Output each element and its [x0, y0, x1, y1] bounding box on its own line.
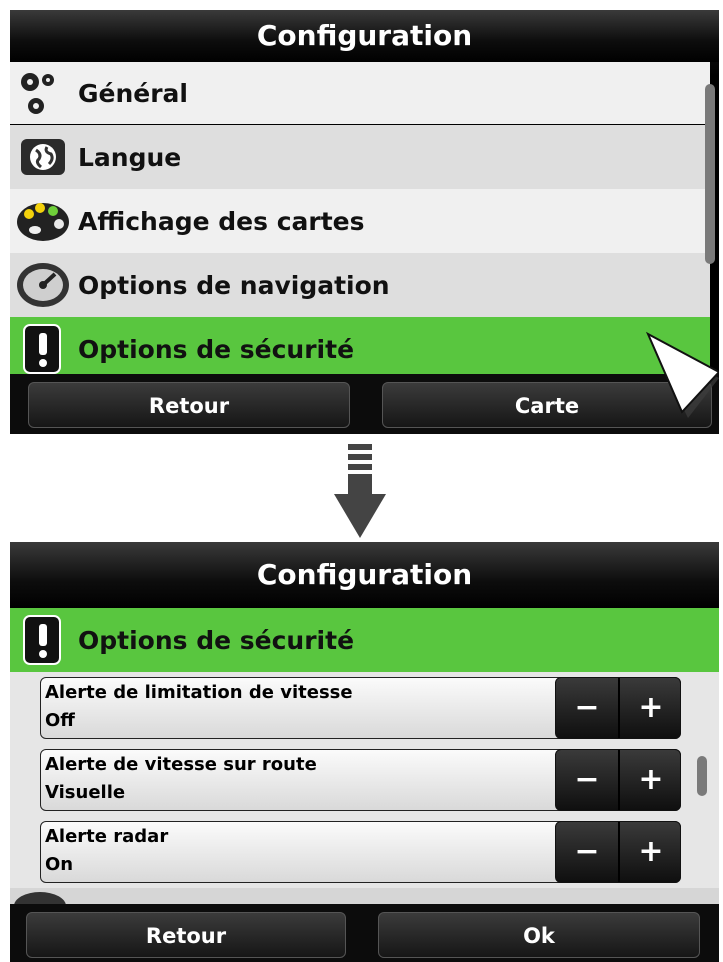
settings-list: Alerte de limitation de vitesse Off − + …	[10, 672, 719, 920]
menu-item-label: Langue	[78, 142, 182, 172]
bottom-bar: Retour Carte	[10, 374, 719, 434]
speedometer-icon	[14, 892, 66, 920]
securite-options-screen: Configuration Options de sécurité Alerte…	[10, 542, 719, 962]
section-title: Options de sécurité	[78, 625, 355, 655]
next-setting-row-partial	[10, 888, 719, 920]
setting-value: On	[45, 854, 74, 875]
value-stepper: − +	[555, 677, 681, 739]
value-stepper: − +	[555, 749, 681, 811]
plus-button[interactable]: +	[620, 822, 682, 882]
plus-button[interactable]: +	[620, 678, 682, 738]
cursor-pointer-icon	[645, 331, 719, 418]
palette-icon	[14, 192, 72, 250]
minus-button[interactable]: −	[556, 822, 618, 882]
menu-item-label: Options de navigation	[78, 270, 390, 300]
warning-icon	[14, 611, 72, 669]
retour-button[interactable]: Retour	[26, 912, 346, 958]
speedometer-icon	[14, 256, 72, 314]
section-header: Options de sécurité	[10, 608, 719, 672]
globe-icon	[14, 128, 72, 186]
down-arrow-icon	[334, 444, 386, 538]
menu-item-options-securite[interactable]: Options de sécurité	[10, 317, 710, 381]
setting-label: Alerte de limitation de vitesse	[45, 682, 353, 703]
retour-button[interactable]: Retour	[28, 382, 350, 428]
menu-item-label: Général	[78, 78, 188, 108]
warning-icon	[14, 320, 72, 378]
value-stepper: − +	[555, 821, 681, 883]
plus-button[interactable]: +	[620, 750, 682, 810]
page-title: Configuration	[10, 10, 719, 62]
setting-label: Alerte de vitesse sur route	[45, 754, 317, 775]
scrollbar[interactable]	[697, 756, 707, 796]
page-title: Configuration	[10, 542, 719, 608]
ok-button[interactable]: Ok	[378, 912, 700, 958]
setting-row: Alerte de limitation de vitesse Off − +	[40, 677, 681, 739]
minus-button[interactable]: −	[556, 678, 618, 738]
gears-icon	[14, 64, 72, 122]
menu-item-label: Affichage des cartes	[78, 206, 365, 236]
menu-item-label: Options de sécurité	[78, 334, 355, 364]
menu-item-langue[interactable]: Langue	[10, 125, 710, 189]
scrollbar[interactable]	[705, 84, 715, 264]
setting-value: Off	[45, 710, 75, 731]
configuration-menu-screen: Configuration Général Configuration Lang…	[10, 10, 719, 434]
menu-item-general[interactable]: Général	[10, 62, 710, 124]
setting-row: Alerte de vitesse sur route Visuelle − +	[40, 749, 681, 811]
setting-row: Alerte radar On − +	[40, 821, 681, 883]
bottom-bar: Retour Ok	[10, 904, 719, 962]
minus-button[interactable]: −	[556, 750, 618, 810]
menu-item-affichage-cartes[interactable]: Affichage des cartes	[10, 189, 710, 253]
setting-value: Visuelle	[45, 782, 126, 803]
menu-item-options-navigation[interactable]: Options de navigation	[10, 253, 710, 317]
setting-label: Alerte radar	[45, 826, 169, 847]
